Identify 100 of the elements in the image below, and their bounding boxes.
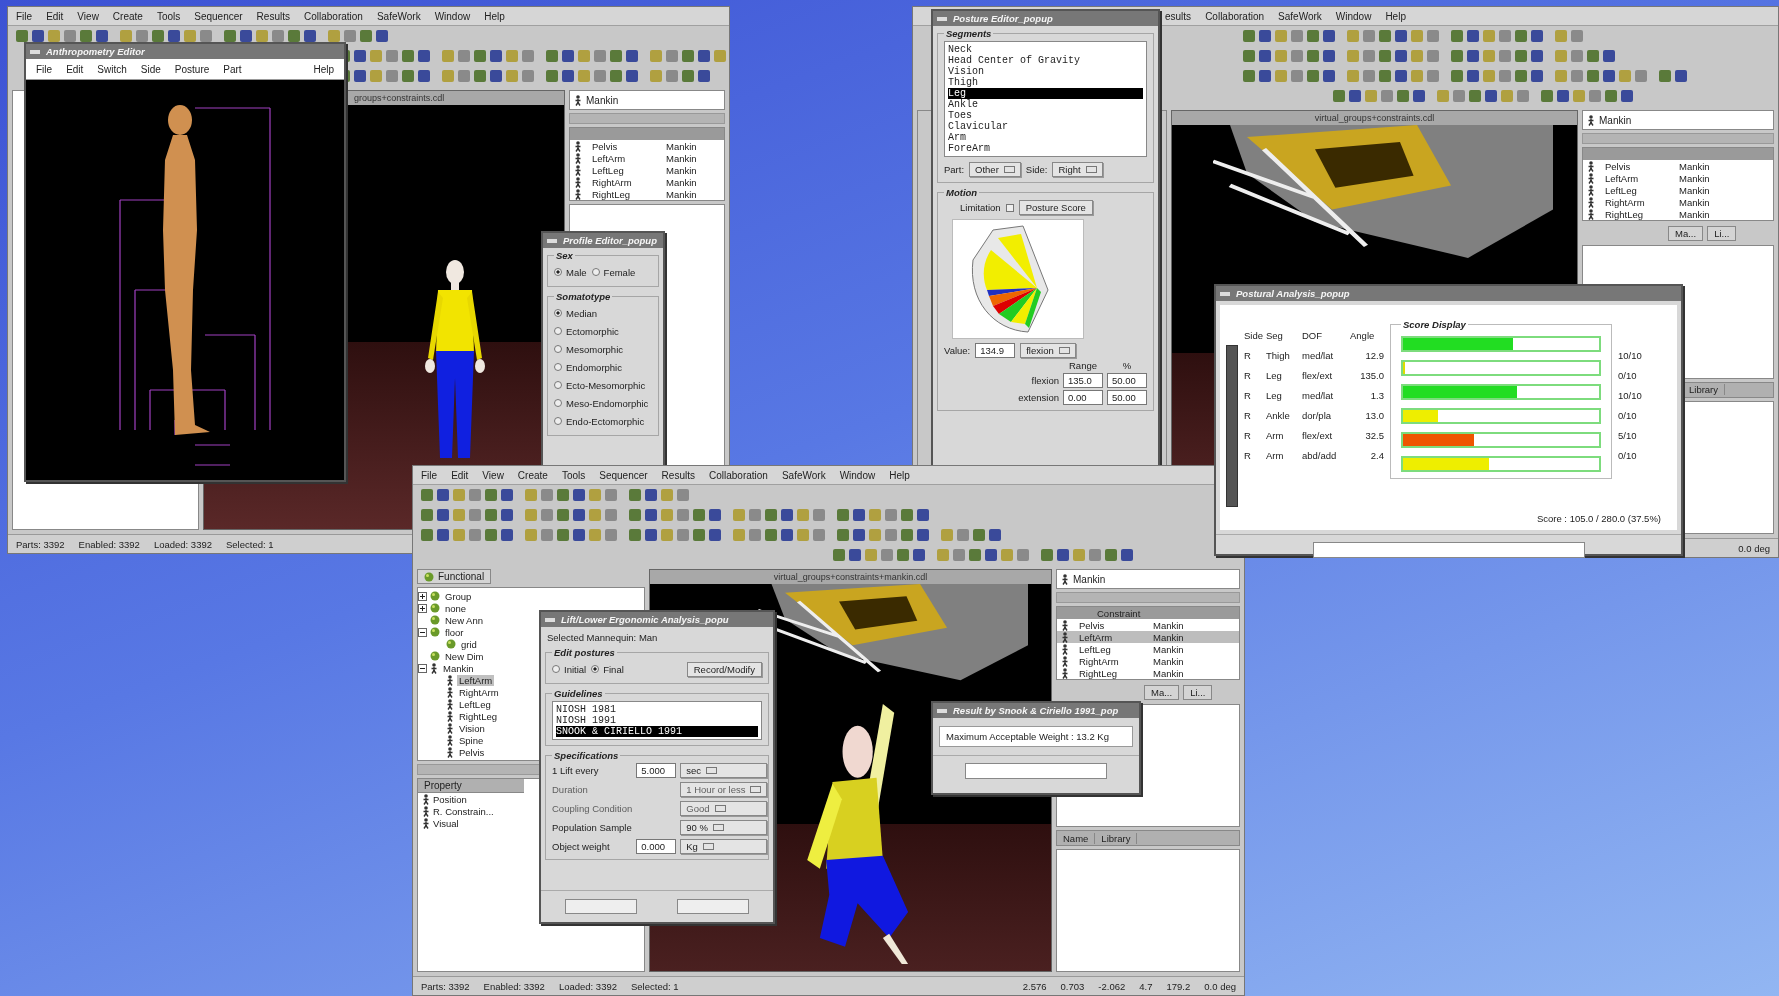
dropdown[interactable]: Kg (680, 839, 768, 854)
toolbar-icon[interactable] (1381, 90, 1393, 102)
input-field[interactable]: 50.00 (1107, 373, 1147, 388)
menu-item[interactable]: Results (256, 10, 290, 22)
toolbar-icon[interactable] (853, 509, 865, 521)
toolbar-icon[interactable] (677, 529, 689, 541)
tree-item[interactable]: Pelvis (457, 746, 487, 758)
toolbar-icon[interactable] (589, 509, 601, 521)
list-row[interactable]: LeftLeg Mankin (1583, 184, 1773, 196)
toolbar-icon[interactable] (813, 529, 825, 541)
toolbar-icon[interactable] (1437, 90, 1449, 102)
toolbar-icon[interactable] (386, 50, 398, 62)
toolbar-icon[interactable] (1323, 30, 1335, 42)
list-row[interactable]: RightLeg Mankin (1057, 667, 1239, 679)
toolbar-icon[interactable] (1451, 70, 1463, 82)
input-field[interactable]: 5.000 (636, 763, 677, 778)
toolbar-icon[interactable] (501, 509, 513, 521)
toolbar-icon[interactable] (626, 50, 638, 62)
toolbar-icon[interactable] (437, 509, 449, 521)
toolbar-icon[interactable] (1395, 70, 1407, 82)
toolbar-icon[interactable] (541, 489, 553, 501)
blank-button[interactable] (1312, 542, 1585, 558)
toolbar-icon[interactable] (152, 30, 164, 42)
list-item[interactable]: SNOOK & CIRIELLO 1991 (556, 726, 758, 737)
toolbar-icon[interactable] (485, 529, 497, 541)
toolbar-icon[interactable] (1571, 70, 1583, 82)
list-item[interactable]: Ankle (948, 99, 1143, 110)
toolbar-icon[interactable] (485, 509, 497, 521)
toolbar-icon[interactable] (661, 529, 673, 541)
menu-item[interactable]: SafeWork (1278, 10, 1322, 22)
toolbar-icon[interactable] (1323, 50, 1335, 62)
toolbar-icon[interactable] (1347, 70, 1359, 82)
toolbar-icon[interactable] (957, 529, 969, 541)
toolbar-icon[interactable] (354, 50, 366, 62)
toolbar-icon[interactable] (733, 509, 745, 521)
toolbar-icon[interactable] (304, 30, 316, 42)
toolbar-icon[interactable] (953, 549, 965, 561)
radio-option[interactable]: Ectomorphic (554, 322, 652, 340)
toolbar-icon[interactable] (1363, 30, 1375, 42)
menu-item[interactable]: Collaboration (708, 469, 768, 481)
toolbar-icon[interactable] (1259, 50, 1271, 62)
panel-tab[interactable]: Ma... (1144, 684, 1180, 700)
toolbar-icon[interactable] (1379, 30, 1391, 42)
toolbar-icon[interactable] (605, 509, 617, 521)
toolbar-icon[interactable] (666, 50, 678, 62)
toolbar-icon[interactable] (833, 549, 845, 561)
expand-toggle-icon[interactable] (418, 603, 427, 613)
window-menu-icon[interactable] (1220, 291, 1230, 296)
toolbar-icon[interactable] (402, 50, 414, 62)
toolbar-icon[interactable] (1347, 30, 1359, 42)
expand-toggle-icon[interactable] (418, 627, 427, 637)
toolbar-icon[interactable] (853, 529, 865, 541)
toolbar-icon[interactable] (765, 529, 777, 541)
panel-tab[interactable]: Li... (1183, 684, 1213, 700)
toolbar-icon[interactable] (418, 70, 430, 82)
toolbar-icon[interactable] (573, 509, 585, 521)
functional-tab[interactable]: Functional (417, 569, 492, 584)
toolbar-icon[interactable] (1411, 30, 1423, 42)
toolbar-icon[interactable] (1413, 90, 1425, 102)
toolbar-icon[interactable] (1587, 50, 1599, 62)
toolbar-icon[interactable] (1659, 70, 1671, 82)
toolbar-icon[interactable] (645, 509, 657, 521)
posture-score-button[interactable]: Posture Score (1018, 200, 1093, 215)
toolbar-icon[interactable] (256, 30, 268, 42)
toolbar-icon[interactable] (1451, 30, 1463, 42)
toolbar-icon[interactable] (525, 509, 537, 521)
toolbar-icon[interactable] (781, 509, 793, 521)
toolbar-icon[interactable] (541, 529, 553, 541)
menu-item[interactable]: View (77, 10, 99, 22)
toolbar-icon[interactable] (989, 529, 1001, 541)
toolbar-icon[interactable] (917, 529, 929, 541)
scrollbar[interactable] (1226, 345, 1238, 507)
toolbar-icon[interactable] (837, 509, 849, 521)
toolbar-icon[interactable] (1395, 30, 1407, 42)
toolbar-icon[interactable] (1073, 549, 1085, 561)
toolbar-icon[interactable] (1259, 30, 1271, 42)
toolbar-icon[interactable] (881, 549, 893, 561)
list-row[interactable]: RightArm Mankin (1057, 655, 1239, 667)
toolbar-icon[interactable] (557, 509, 569, 521)
blank-button[interactable] (565, 899, 637, 914)
toolbar-icon[interactable] (693, 509, 705, 521)
toolbar-icon[interactable] (1057, 549, 1069, 561)
menu-item[interactable]: View (482, 469, 504, 481)
menu-item[interactable]: Switch (97, 63, 127, 75)
toolbar-icon[interactable] (1555, 30, 1567, 42)
toolbar-icon[interactable] (522, 50, 534, 62)
toolbar-icon[interactable] (1395, 50, 1407, 62)
dropdown[interactable]: sec (680, 763, 768, 778)
list-item[interactable]: Neck (948, 44, 1143, 55)
toolbar-icon[interactable] (589, 489, 601, 501)
toolbar-icon[interactable] (1363, 70, 1375, 82)
toolbar-icon[interactable] (749, 509, 761, 521)
toolbar-icon[interactable] (557, 489, 569, 501)
toolbar-icon[interactable] (525, 529, 537, 541)
toolbar-icon[interactable] (1483, 70, 1495, 82)
toolbar-icon[interactable] (562, 70, 574, 82)
toolbar-icon[interactable] (1307, 30, 1319, 42)
list-row[interactable]: LeftArm Mankin (1057, 631, 1239, 643)
toolbar-icon[interactable] (973, 529, 985, 541)
toolbar-icon[interactable] (1243, 30, 1255, 42)
